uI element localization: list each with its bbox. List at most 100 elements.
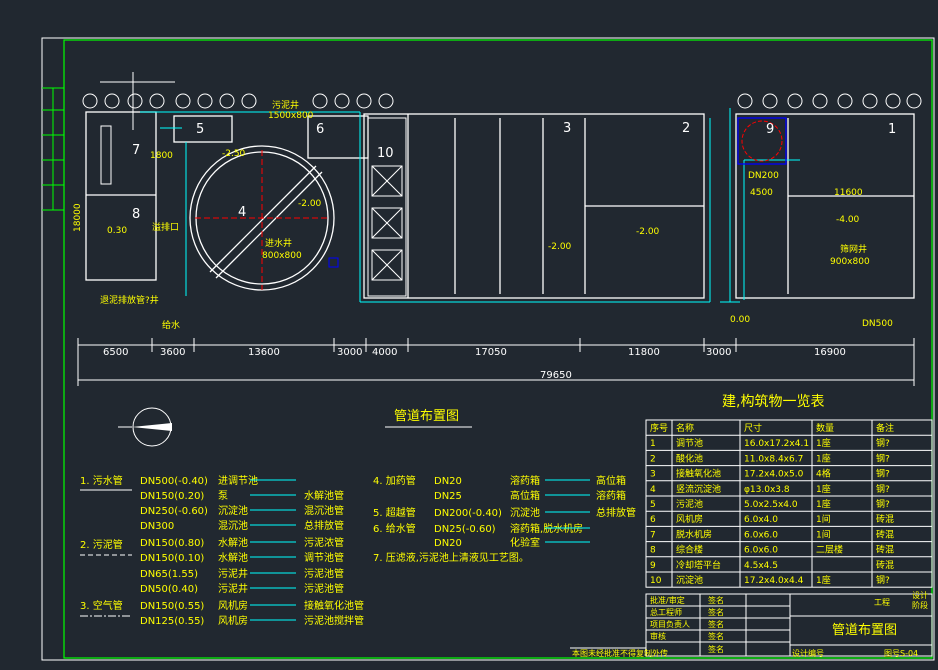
legend-pipe: 总排放管 bbox=[304, 519, 344, 532]
legend-pipe: 混沉池管 bbox=[304, 504, 344, 517]
legend-from: 污泥井 bbox=[218, 582, 248, 595]
legend-pipe: 接触氧化池管 bbox=[304, 599, 364, 612]
cad-viewport[interactable]: 7 8 5 6 4 10 3 2 9 1 污泥井 1500x800 -2.50 … bbox=[0, 0, 938, 666]
legend-from: 泵 bbox=[218, 490, 228, 502]
table-cell: 1座 bbox=[816, 437, 831, 449]
dimension-values: 6500 3600 13600 3000 4000 17050 11800 30… bbox=[103, 347, 846, 381]
legend-size: DN150(0.80) bbox=[140, 538, 204, 549]
tb-sign-2: 签名 bbox=[708, 619, 724, 629]
legend2-size: DN20 bbox=[434, 476, 462, 487]
legend2-from: 溶药箱 bbox=[510, 474, 540, 487]
legend-pipe: 调节池管 bbox=[304, 551, 344, 564]
table-cell: 竖流沉淀池 bbox=[676, 483, 721, 495]
table-cell: 6 bbox=[650, 515, 656, 525]
north-arrow bbox=[118, 407, 172, 447]
table-cell: 砖混 bbox=[876, 528, 894, 540]
table-cell: 2 bbox=[650, 454, 656, 464]
table-cell: 1座 bbox=[816, 498, 831, 510]
table-cell: 17.2x4.0x4.4 bbox=[744, 576, 804, 586]
dim-7: 3000 bbox=[706, 347, 731, 358]
tower-10 bbox=[367, 117, 407, 297]
table-cell: 调节池 bbox=[676, 437, 703, 449]
legend-from: 风机房 bbox=[218, 599, 248, 612]
cooling-tower-9 bbox=[737, 117, 787, 165]
dim-total: 79650 bbox=[540, 370, 572, 381]
table-cell: 接触氧化池 bbox=[676, 468, 721, 480]
legend-size: DN50(0.40) bbox=[140, 584, 198, 595]
legend2-to: 溶药箱 bbox=[596, 489, 626, 502]
legend-from: 风机房 bbox=[218, 614, 248, 627]
label-elev-000: 0.00 bbox=[730, 315, 750, 325]
table-cell: 9 bbox=[650, 561, 656, 571]
tb-sign-0: 签名 bbox=[708, 595, 724, 605]
num-3: 3 bbox=[563, 121, 571, 136]
label-screen-size: 900x800 bbox=[830, 257, 870, 267]
table-cell: 5 bbox=[650, 500, 656, 510]
label-overflow: 溢排口 bbox=[152, 221, 179, 233]
table-cell: 10 bbox=[650, 576, 662, 586]
tb-footer-code: S-04 bbox=[900, 649, 918, 658]
legend-size: DN150(0.55) bbox=[140, 601, 204, 612]
dim-3: 3000 bbox=[337, 347, 362, 358]
tb-footer-mid: 设计编号 bbox=[792, 648, 824, 658]
table-cell: 11.0x8.4x6.7 bbox=[744, 454, 803, 464]
table-cell: 砖混 bbox=[876, 559, 894, 571]
table-cell: 污泥池 bbox=[676, 498, 703, 510]
legend2-size: DN200(-0.40) bbox=[434, 508, 502, 519]
table-cell: 钢? bbox=[876, 437, 890, 449]
dim-8: 16900 bbox=[814, 347, 846, 358]
label-dn500: DN500 bbox=[862, 319, 893, 329]
legend-g1: 1. 污水管 bbox=[80, 474, 123, 487]
legend-from: 水解池 bbox=[218, 536, 248, 549]
legend-from: 水解池 bbox=[218, 551, 248, 564]
table-header: 名称 bbox=[676, 422, 694, 434]
table-cell: 1座 bbox=[816, 483, 831, 495]
legend-pipe: 污泥池管 bbox=[304, 582, 344, 595]
dim-2: 13600 bbox=[248, 347, 280, 358]
tb-role-3: 审核 bbox=[650, 631, 666, 641]
label-discharge: 退泥排放管?井 bbox=[100, 294, 159, 306]
legend-size: DN300 bbox=[140, 521, 174, 532]
fan-symbols bbox=[82, 93, 922, 109]
table-header: 序号 bbox=[650, 422, 668, 434]
dim-5: 17050 bbox=[475, 347, 507, 358]
building-table: 序号 名称 尺寸 数量 备注1 调节池 16.0x17.2x4.1 1座 钢?2 酸化池 11.0x… bbox=[645, 419, 933, 588]
tb-sign-4: 签名 bbox=[708, 644, 724, 654]
label-elev-200c: -2.00 bbox=[636, 227, 660, 237]
legend-g4: 4. 加药管 bbox=[373, 474, 416, 487]
table-cell: 冷却塔平台 bbox=[676, 559, 721, 571]
table-header: 数量 bbox=[816, 422, 834, 434]
table-cell: 1座 bbox=[816, 452, 831, 464]
legend-g2: 2. 污泥管 bbox=[80, 538, 123, 551]
num-5: 5 bbox=[196, 122, 204, 137]
table-cell: 风机房 bbox=[676, 513, 703, 525]
label-1800: 1800 bbox=[150, 151, 173, 161]
legend-size: DN65(1.55) bbox=[140, 569, 198, 580]
tb-role-2: 项目负责人 bbox=[650, 619, 690, 629]
num-7: 7 bbox=[132, 143, 140, 158]
legend-size: DN250(-0.60) bbox=[140, 506, 208, 517]
legend-pipe: 污泥池搅拌管 bbox=[304, 614, 364, 627]
cooling-circle bbox=[741, 120, 783, 162]
table-cell: 酸化池 bbox=[676, 452, 703, 464]
table-cell: 16.0x17.2x4.1 bbox=[744, 439, 809, 449]
tb-role-1: 总工程师 bbox=[650, 607, 682, 617]
table-header: 尺寸 bbox=[744, 422, 762, 434]
table-cell: 5.0x2.5x4.0 bbox=[744, 500, 798, 510]
left-margin-strip bbox=[42, 87, 64, 211]
legend2-to: 高位箱 bbox=[596, 474, 626, 487]
building-outlines bbox=[85, 111, 915, 299]
legend-size: DN150(0.20) bbox=[140, 491, 204, 502]
legend-from: 混沉池 bbox=[218, 519, 248, 532]
table-cell: 1座 bbox=[816, 574, 831, 586]
label-elev-400: -4.00 bbox=[836, 215, 860, 225]
legend-lines bbox=[80, 489, 132, 617]
table-cell: 17.2x4.0x5.0 bbox=[744, 470, 804, 480]
label-11600: 11600 bbox=[834, 188, 863, 198]
tb-sign-1: 签名 bbox=[708, 607, 724, 617]
table-cell: 6.0x6.0 bbox=[744, 530, 778, 540]
label-elev-200a: -2.00 bbox=[298, 199, 322, 209]
label-inlet-size: 800x800 bbox=[262, 251, 302, 261]
legend-rows: DN500(-0.40) 进调节池DN150(0.20) 泵水解池管DN250(-0… bbox=[140, 474, 636, 627]
table-cell: 砖混 bbox=[876, 513, 894, 525]
